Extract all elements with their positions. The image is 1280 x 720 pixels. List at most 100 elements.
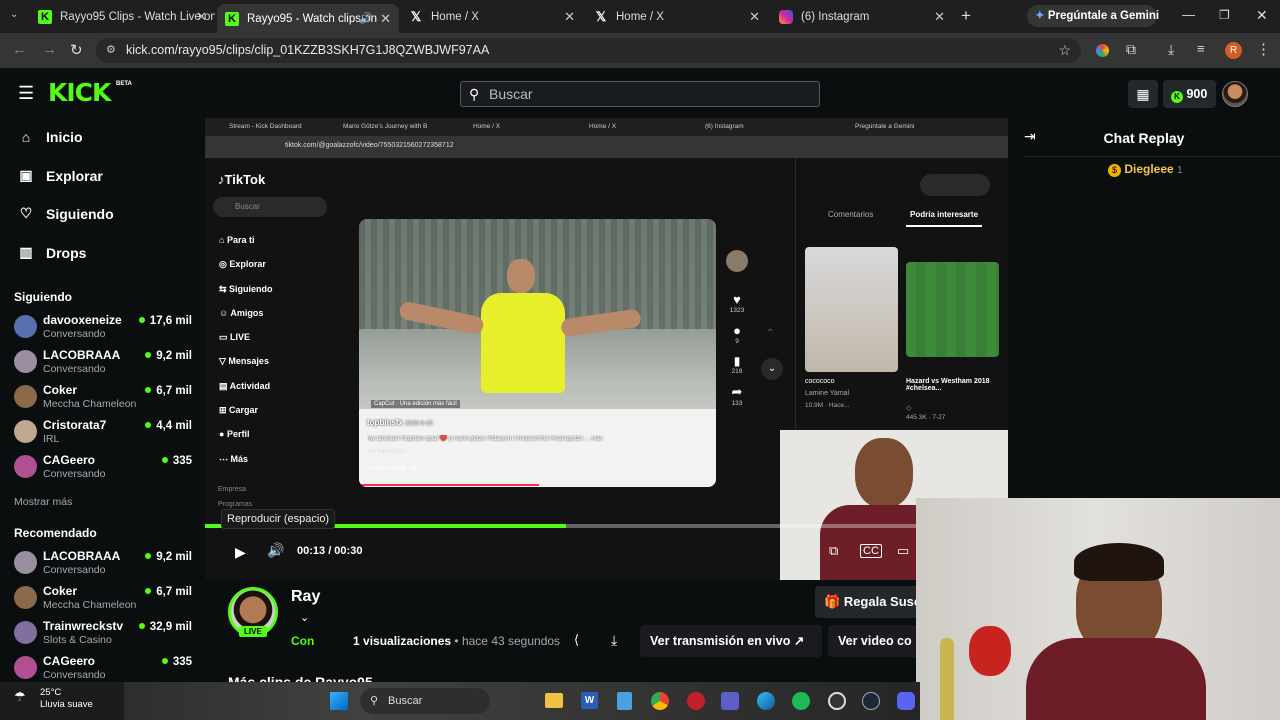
dashboard-button[interactable]: ▦	[1128, 80, 1158, 108]
taskbar-spotify-icon[interactable]	[792, 692, 810, 710]
reload-icon[interactable]: ↻	[70, 41, 83, 59]
kick-logo[interactable]: KICK BETA	[48, 78, 132, 107]
site-settings-icon[interactable]: ⚙	[106, 38, 116, 63]
weather-widget[interactable]: ☂ 25°C Lluvia suave	[14, 687, 93, 711]
media-control-icon[interactable]: ≡	[1197, 41, 1205, 56]
nav-inicio[interactable]: ⌂ Inicio	[18, 129, 83, 145]
taskbar-file-explorer-icon[interactable]	[545, 693, 563, 708]
nav-siguiendo[interactable]: ♡ Siguiendo	[18, 205, 114, 222]
download-clip-icon[interactable]: ⤓	[611, 632, 617, 649]
channel-name: CAGeero	[43, 654, 96, 668]
browser-tab[interactable]: (6) Instagram ✕	[771, 4, 953, 29]
following-channel[interactable]: CAGeero Conversando 335	[14, 453, 192, 485]
watch-video-button[interactable]: Ver video co	[828, 625, 918, 657]
share-icon[interactable]: ⟨	[574, 632, 579, 648]
browser-tab-active[interactable]: K Rayyo95 - Watch clips on 🔊 ✕	[217, 4, 399, 33]
watch-live-button[interactable]: Ver transmisión en vivo ↗	[640, 625, 822, 657]
gemini-button[interactable]: ✦ Pregúntale a Gemini	[1027, 5, 1160, 27]
channel-avatar	[14, 656, 37, 679]
home-icon: ⌂	[219, 235, 227, 245]
close-tab-icon[interactable]: ✕	[196, 9, 207, 25]
inner-gemini: Pregúntale a Gemini	[855, 123, 915, 130]
search-input[interactable]: ⚲ Buscar	[460, 81, 820, 107]
recommended-channel[interactable]: Coker Meccha Chameleon 6,7 mil	[14, 584, 192, 616]
tab-comments: Comentarios	[828, 210, 874, 219]
browser-tab[interactable]: 𝕏 Home / X ✕	[401, 4, 583, 29]
close-tab-icon[interactable]: ✕	[564, 9, 575, 25]
captions-icon[interactable]: CC	[860, 544, 882, 558]
profile-avatar[interactable]: R	[1225, 42, 1242, 59]
taskbar-steam-icon[interactable]	[862, 692, 880, 710]
kick-header: ☰ KICK BETA ⚲ Buscar ▦ K 900	[0, 68, 1280, 120]
kicks-balance[interactable]: K 900	[1163, 80, 1216, 108]
volume-icon[interactable]: 🔊	[267, 542, 284, 559]
clip-video-player[interactable]: Stream - Kick Dashboard Mario Götze's Jo…	[205, 118, 1008, 580]
extension-color-icon[interactable]	[1096, 44, 1109, 57]
taskbar-search[interactable]: ⚲ Buscar	[360, 688, 490, 714]
close-tab-icon[interactable]: ✕	[749, 9, 760, 25]
forward-arrow-icon[interactable]: →	[42, 41, 57, 58]
webcam-person-shirt	[1026, 638, 1206, 720]
taskbar-chrome-icon[interactable]	[651, 692, 669, 710]
close-tab-icon[interactable]: ✕	[380, 11, 391, 27]
audio-playing-icon[interactable]: 🔊	[359, 12, 373, 25]
inner-tab: Home / X	[473, 123, 501, 130]
extensions-puzzle-icon[interactable]: ⧉	[1126, 41, 1136, 58]
comment-icon: ●	[733, 323, 741, 338]
minimize-icon[interactable]: —	[1182, 7, 1195, 22]
viewer-count: 17,6 mil	[139, 315, 192, 327]
following-channel[interactable]: Cristorata7 IRL 4,4 mil	[14, 418, 192, 450]
show-more-link[interactable]: Mostrar más	[14, 496, 72, 508]
nav-drops[interactable]: ▥ Drops	[18, 244, 86, 261]
browser-tab[interactable]: 𝕏 Home / X ✕	[586, 4, 768, 29]
taskbar-notepad-icon[interactable]	[617, 692, 632, 710]
start-button[interactable]	[330, 692, 348, 710]
nav-explorar[interactable]: ▣ Explorar	[18, 167, 102, 184]
theater-mode-icon[interactable]: ▭	[897, 543, 909, 559]
taskbar-word-icon[interactable]: W	[581, 692, 598, 709]
tab-title: Rayyo95 Clips - Watch Live on	[60, 10, 215, 23]
close-window-icon[interactable]: ✕	[1256, 7, 1268, 24]
user-avatar[interactable]	[1222, 81, 1248, 107]
like-icon: ♥	[733, 292, 741, 307]
taskbar-edge-icon[interactable]	[757, 692, 775, 710]
views-label: visualizaciones	[363, 634, 452, 648]
chat-username[interactable]: Diegleee	[1124, 162, 1173, 176]
recommended-channel[interactable]: LACOBRAAA Conversando 9,2 mil	[14, 549, 192, 581]
tiktok-caption-more: más	[591, 436, 603, 442]
taskbar-app-icon[interactable]	[687, 692, 705, 710]
nav-label: Drops	[46, 244, 87, 261]
friends-icon: ☺	[219, 307, 231, 318]
url-bar[interactable]: ⚙ kick.com/rayyo95/clips/clip_01KZZB3SKH…	[96, 38, 1081, 63]
channel-dropdown-icon[interactable]: ⌄	[300, 611, 309, 624]
gift-sub-button[interactable]: 🎁 Regala Susc	[815, 586, 918, 618]
viewer-count: 32,9 mil	[139, 621, 192, 633]
recommended-channel[interactable]: Trainwreckstv Slots & Casino 32,9 mil	[14, 619, 192, 651]
play-button[interactable]: ▶	[235, 544, 246, 561]
close-tab-icon[interactable]: ✕	[934, 9, 945, 25]
following-channel[interactable]: Coker Meccha Chameleon 6,7 mil	[14, 383, 192, 415]
clip-category[interactable]: Con	[291, 634, 314, 648]
download-icon[interactable]: ⤓	[1168, 41, 1174, 58]
bookmark-star-icon[interactable]: ☆	[1058, 38, 1071, 63]
card-views: 445.3K · 7-27	[906, 414, 946, 421]
pip-icon[interactable]: ⧉	[829, 543, 838, 559]
hamburger-menu-icon[interactable]: ☰	[18, 83, 34, 104]
tab-list-chevron-icon[interactable]: ⌄	[10, 9, 18, 20]
taskbar-teams-icon[interactable]	[721, 692, 739, 710]
tiktok-translate: Ver traducción	[367, 449, 406, 455]
restore-icon[interactable]: ❐	[1219, 8, 1230, 22]
following-channel[interactable]: LACOBRAAA Conversando 9,2 mil	[14, 348, 192, 380]
new-tab-icon[interactable]: +	[961, 6, 971, 26]
browser-tab[interactable]: K Rayyo95 Clips - Watch Live on ✕	[30, 4, 215, 29]
gemini-label: Pregúntale a Gemini	[1047, 10, 1160, 22]
tab-title: Home / X	[431, 10, 479, 23]
taskbar-obs-icon[interactable]	[828, 692, 846, 710]
back-arrow-icon[interactable]: ←	[12, 41, 27, 58]
clip-channel-name[interactable]: Ray	[291, 588, 320, 606]
following-channel[interactable]: davooxeneize Conversando 17,6 mil	[14, 313, 192, 345]
player-shirt	[481, 293, 565, 393]
taskbar-discord-icon[interactable]	[897, 692, 915, 710]
heart-icon: ♡	[19, 205, 33, 221]
browser-menu-icon[interactable]: ⋮	[1256, 40, 1271, 58]
